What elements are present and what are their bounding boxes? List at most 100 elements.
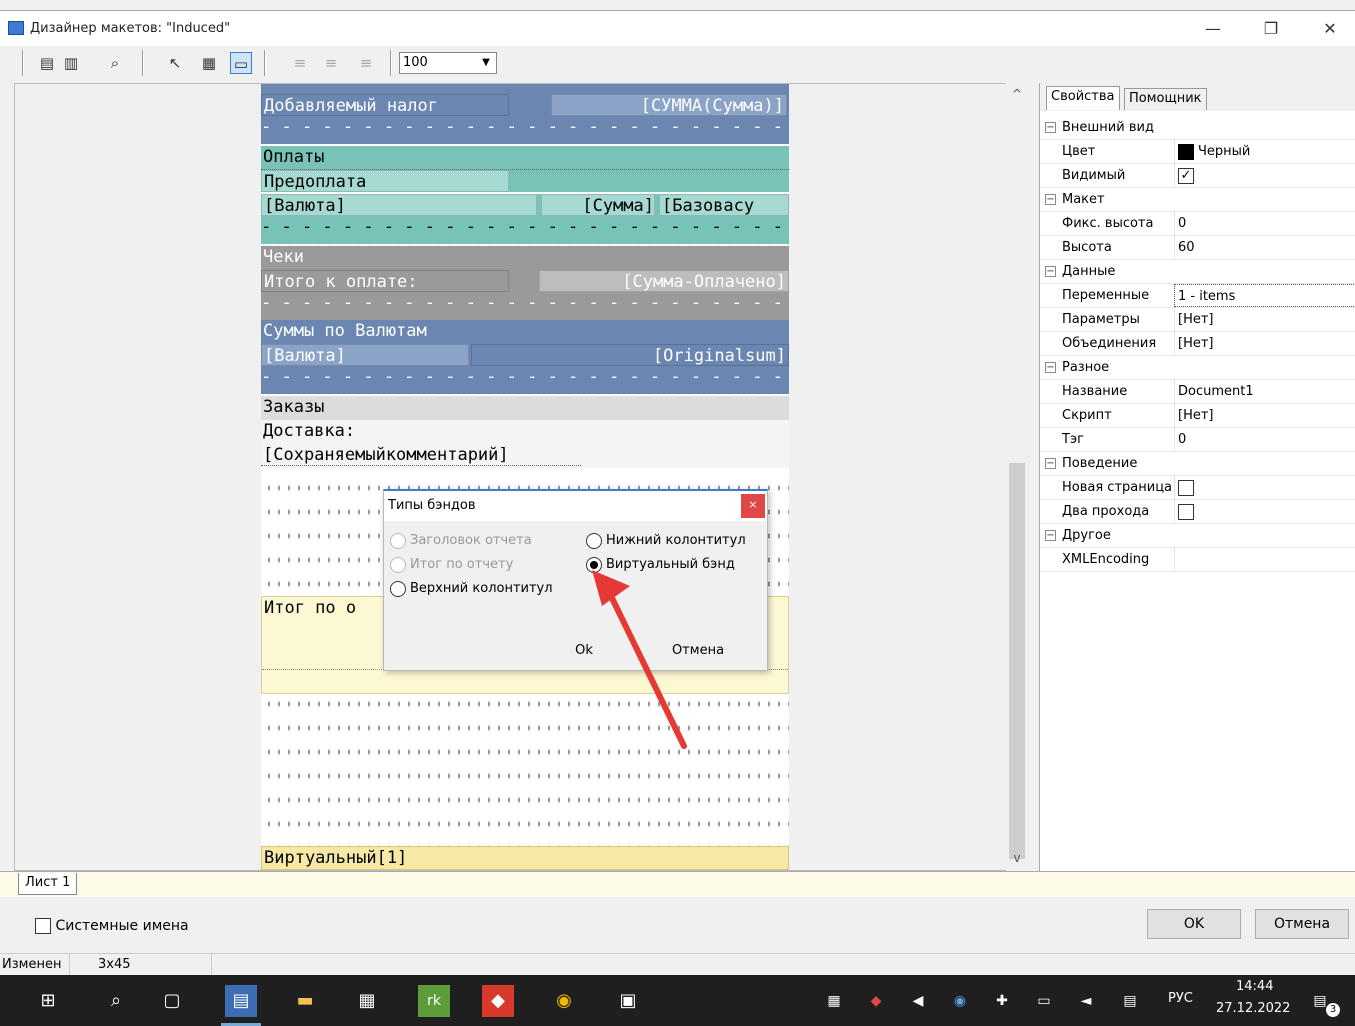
band-payments[interactable]: Оплаты <box>261 146 789 170</box>
preview-icon[interactable]: ⌕ <box>104 52 126 74</box>
design-canvas[interactable]: Добавляемый налог [СУММА(Сумма)] - - - -… <box>14 83 1028 871</box>
payments-title[interactable]: Оплаты <box>261 146 411 168</box>
app-network-icon[interactable]: ▦ <box>351 985 383 1017</box>
system-names-option[interactable]: Системные имена <box>35 917 189 935</box>
band-virtual[interactable]: Виртуальный[1] <box>261 846 789 870</box>
prop-new-page[interactable]: Новая страница <box>1040 476 1355 500</box>
virtual-band-title[interactable]: Виртуальный[1] <box>262 847 462 869</box>
prop-script[interactable]: Скрипт [Нет] <box>1040 404 1355 428</box>
ok-button[interactable]: OK <box>1147 909 1241 939</box>
radio-report-header[interactable]: Заголовок отчета <box>390 531 532 551</box>
prop-category-other[interactable]: − Другое <box>1040 524 1355 548</box>
band-total-to-pay[interactable]: Итого к оплате: [Сумма-Оплачено] <box>261 270 789 292</box>
tray-teamviewer-icon[interactable]: ◉ <box>948 989 972 1013</box>
field-prepayment[interactable]: Предоплата <box>261 170 509 192</box>
align-right-icon[interactable]: ≡ <box>355 52 377 74</box>
delivery-label[interactable]: Доставка: <box>261 420 411 442</box>
field-saved-comment[interactable]: [Сохраняемыйкомментарий] <box>261 444 581 466</box>
tray-telegram-icon[interactable]: ◀ <box>906 989 930 1013</box>
text-object-icon[interactable]: ▦ <box>198 52 220 74</box>
prop-name[interactable]: Название Document1 <box>1040 380 1355 404</box>
two-pass-checkbox[interactable] <box>1178 503 1194 520</box>
report-total-title[interactable]: Итог по о <box>262 597 392 619</box>
search-icon[interactable]: ⌕ <box>100 985 132 1017</box>
field-sum-minus-paid[interactable]: [Сумма-Оплачено] <box>539 270 789 292</box>
checks-title[interactable]: Чеки <box>261 246 411 268</box>
app-designer-icon[interactable]: ▤ <box>221 985 261 1026</box>
report-page[interactable]: Добавляемый налог [СУММА(Сумма)] - - - -… <box>261 84 789 870</box>
radio-page-header[interactable]: Верхний колонтитул <box>390 579 553 599</box>
prop-category-behavior[interactable]: − Поведение <box>1040 452 1355 476</box>
prop-joins[interactable]: Объединения [Нет] <box>1040 332 1355 356</box>
tray-anydesk-icon[interactable]: ◆ <box>864 989 888 1013</box>
windows-start-icon[interactable]: ⊞ <box>32 985 64 1017</box>
field-tax-label[interactable]: Добавляемый налог <box>261 94 509 116</box>
new-page-checkbox[interactable] <box>1178 479 1194 496</box>
chevron-down-icon[interactable]: v <box>1006 851 1028 865</box>
prop-parameters[interactable]: Параметры [Нет] <box>1040 308 1355 332</box>
pointer-icon[interactable]: ↖ <box>164 52 186 74</box>
collapse-icon[interactable]: − <box>1045 122 1056 133</box>
app-calculator-icon[interactable]: ▣ <box>612 985 644 1017</box>
prop-category-layout[interactable]: − Макет <box>1040 188 1355 212</box>
tab-assistant[interactable]: Помощник <box>1124 88 1207 110</box>
field-tax-sum[interactable]: [СУММА(Сумма)] <box>551 94 787 116</box>
tray-language[interactable]: РУС <box>1168 991 1193 1006</box>
band-currency-sums[interactable]: Суммы по Валютам <box>261 320 789 344</box>
prop-height[interactable]: Высота 60 <box>1040 236 1355 260</box>
file-explorer-icon[interactable]: ▬ <box>289 985 321 1017</box>
system-names-checkbox[interactable] <box>35 918 51 934</box>
chevron-up-icon[interactable]: ^ <box>1006 87 1028 101</box>
band-object-icon[interactable]: ▭ <box>230 52 252 74</box>
tray-security-icon[interactable]: ✚ <box>990 989 1014 1013</box>
vertical-scrollbar[interactable]: ^ v <box>1006 83 1028 871</box>
band-delivery[interactable]: Доставка: [Сохраняемыйкомментарий] <box>261 420 789 468</box>
field-amount[interactable]: [Сумма] <box>541 194 655 216</box>
close-button[interactable]: ✕ <box>1310 15 1350 43</box>
collapse-icon[interactable]: − <box>1045 194 1056 205</box>
tab-properties[interactable]: Свойства <box>1046 86 1120 110</box>
zoom-select[interactable]: 100 ▼ <box>399 52 497 74</box>
collapse-icon[interactable]: − <box>1045 266 1056 277</box>
radio-report-total[interactable]: Итог по отчету <box>390 555 513 575</box>
prop-color[interactable]: Цвет Черный <box>1040 140 1355 164</box>
prop-fixed-height[interactable]: Фикс. высота 0 <box>1040 212 1355 236</box>
chrome-icon[interactable]: ◉ <box>548 985 580 1017</box>
tray-date[interactable]: 27.12.2022 <box>1216 1001 1290 1016</box>
tray-keyboard-icon[interactable]: ▤ <box>1118 989 1142 1013</box>
field-currency[interactable]: [Валюта] <box>261 194 537 216</box>
prop-two-pass[interactable]: Два прохода <box>1040 500 1355 524</box>
tray-time[interactable]: 14:44 <box>1236 979 1273 994</box>
band-tax-top[interactable] <box>261 84 789 94</box>
radio-page-footer[interactable]: Нижний колонтитул <box>586 531 746 551</box>
tray-volume-muted-icon[interactable]: ◄ <box>1074 989 1098 1013</box>
minimize-button[interactable]: — <box>1193 15 1233 43</box>
field-base-amount[interactable]: [Базовасу <box>659 194 789 216</box>
tray-app-icon[interactable]: ▦ <box>822 989 846 1013</box>
visible-checkbox[interactable]: ✓ <box>1178 167 1194 184</box>
chevron-down-icon[interactable]: ▼ <box>478 55 494 71</box>
align-center-icon[interactable]: ≡ <box>320 52 342 74</box>
align-left-icon[interactable]: ≡ <box>289 52 311 74</box>
prop-variables[interactable]: Переменные 1 - items <box>1040 284 1355 308</box>
field-currency-2[interactable]: [Валюта] <box>261 344 469 366</box>
band-currency[interactable]: [Валюта] [Сумма] [Базовасу <box>261 194 789 216</box>
band-orders[interactable]: Заказы <box>261 396 789 420</box>
task-view-icon[interactable]: ▢ <box>156 985 188 1017</box>
band-tax[interactable]: Добавляемый налог [СУММА(Сумма)] <box>261 94 789 116</box>
prop-category-appearance[interactable]: − Внешний вид <box>1040 116 1355 140</box>
cancel-button[interactable]: Отмена <box>1255 909 1349 939</box>
prop-category-misc[interactable]: − Разное <box>1040 356 1355 380</box>
scrollbar-thumb[interactable] <box>1009 463 1025 859</box>
band-prepayment[interactable]: Предоплата <box>261 170 789 192</box>
prop-xml-encoding[interactable]: XMLEncoding <box>1040 548 1355 572</box>
open-icon[interactable]: ▤ <box>36 52 58 74</box>
app-anydesk-icon[interactable]: ◆ <box>482 985 514 1017</box>
maximize-button[interactable]: ❐ <box>1251 15 1291 43</box>
field-total-to-pay[interactable]: Итого к оплате: <box>261 270 509 292</box>
sheet-tab-1[interactable]: Лист 1 <box>18 873 78 895</box>
app-rk-icon[interactable]: rk <box>418 985 450 1017</box>
collapse-icon[interactable]: − <box>1045 530 1056 541</box>
save-icon[interactable]: ▥ <box>60 52 82 74</box>
band-currency-row[interactable]: [Валюта] [Originalsum] <box>261 344 789 366</box>
